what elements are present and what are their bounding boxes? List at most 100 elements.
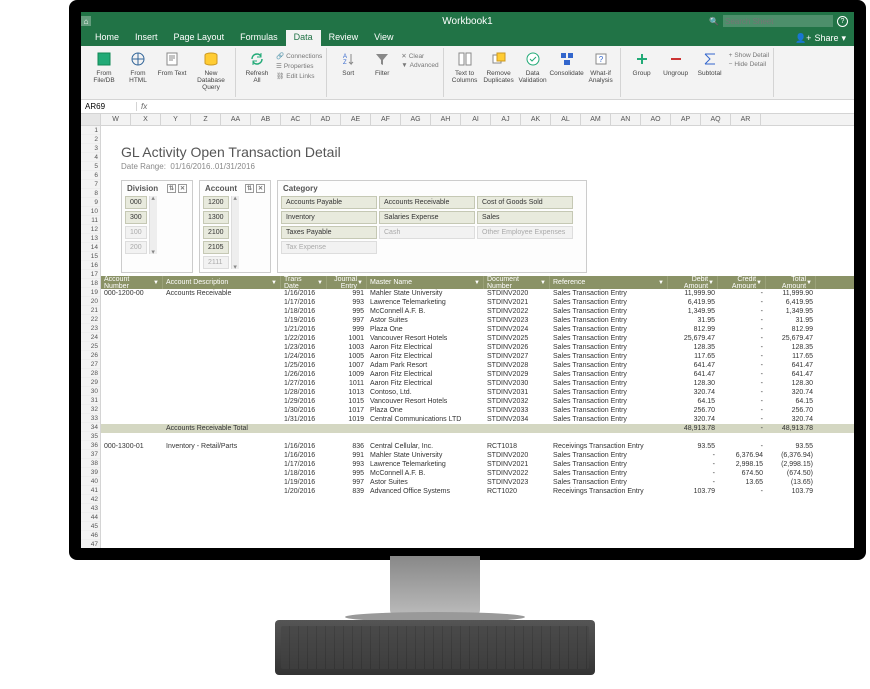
share-button[interactable]: 👤+ Share ▾ <box>787 30 854 46</box>
consolidate-button[interactable]: Consolidate <box>552 48 582 96</box>
filter-dropdown-icon[interactable]: ▼ <box>474 280 480 286</box>
table-row[interactable]: 1/23/20161003Aaron Fitz ElectricalSTDINV… <box>101 343 854 352</box>
table-row[interactable]: 1/18/2016995McConnell A.F. B.STDINV2022S… <box>101 307 854 316</box>
row-header[interactable]: 23 <box>81 324 100 333</box>
slicer-item[interactable]: Cost of Goods Sold <box>477 196 573 209</box>
column-master-name[interactable]: Master Name▼ <box>367 276 484 289</box>
row-header[interactable]: 41 <box>81 486 100 495</box>
app-icon[interactable]: ⌂ <box>81 16 99 26</box>
filter-dropdown-icon[interactable]: ▼ <box>708 280 714 286</box>
multiselect-icon[interactable]: ⇅ <box>167 184 176 193</box>
row-header[interactable]: 22 <box>81 315 100 324</box>
table-row[interactable]: 1/17/2016993Lawrence TelemarketingSTDINV… <box>101 298 854 307</box>
group-button[interactable]: Group <box>627 48 657 96</box>
row-header[interactable]: 8 <box>81 189 100 198</box>
table-row[interactable]: 1/19/2016997Astor SuitesSTDINV2023Sales … <box>101 478 854 487</box>
row-header[interactable]: 21 <box>81 306 100 315</box>
filter-dropdown-icon[interactable]: ▼ <box>756 280 762 286</box>
table-row[interactable]: 1/30/20161017Plaza OneSTDINV2033Sales Tr… <box>101 406 854 415</box>
column-header[interactable]: AC <box>281 114 311 125</box>
clear-filter-icon[interactable]: ✕ <box>256 184 265 193</box>
table-row[interactable]: 1/25/20161007Adam Park ResortSTDINV2028S… <box>101 361 854 370</box>
tab-review[interactable]: Review <box>321 30 367 46</box>
row-header[interactable]: 37 <box>81 450 100 459</box>
row-header[interactable]: 20 <box>81 297 100 306</box>
column-header[interactable]: AJ <box>491 114 521 125</box>
column-total-amount[interactable]: Total Amount▼ <box>766 276 816 289</box>
row-header[interactable]: 9 <box>81 198 100 207</box>
column-header[interactable]: AN <box>611 114 641 125</box>
column-header[interactable]: AB <box>251 114 281 125</box>
table-row[interactable]: 1/22/20161001Vancouver Resort HotelsSTDI… <box>101 334 854 343</box>
row-header[interactable]: 19 <box>81 288 100 297</box>
row-header[interactable]: 15 <box>81 252 100 261</box>
row-header[interactable]: 7 <box>81 180 100 189</box>
properties-button[interactable]: ☰Properties <box>276 62 322 70</box>
column-reference[interactable]: Reference▼ <box>550 276 668 289</box>
table-row[interactable]: 1/21/2016999Plaza OneSTDINV2024Sales Tra… <box>101 325 854 334</box>
remove-duplicates-button[interactable]: Remove Duplicates <box>484 48 514 96</box>
row-header[interactable]: 3 <box>81 144 100 153</box>
slicer-item[interactable]: 2111 <box>203 256 229 269</box>
row-header[interactable]: 4 <box>81 153 100 162</box>
column-header[interactable]: AG <box>401 114 431 125</box>
slicer-item[interactable]: 100 <box>125 226 147 239</box>
column-header[interactable]: AH <box>431 114 461 125</box>
row-header[interactable]: 45 <box>81 522 100 531</box>
slicer-item[interactable]: 200 <box>125 241 147 254</box>
clear-filter-icon[interactable]: ✕ <box>178 184 187 193</box>
row-header[interactable]: 18 <box>81 279 100 288</box>
column-header[interactable]: AI <box>461 114 491 125</box>
new-db-query-button[interactable]: New Database Query <box>191 48 231 96</box>
table-row[interactable]: 000-1300-01Inventory - Retail/Parts1/16/… <box>101 442 854 451</box>
advanced-button[interactable]: ▼Advanced <box>401 62 438 69</box>
table-row[interactable]: 1/16/2016991Mahler State UniversitySTDIN… <box>101 451 854 460</box>
slicer-item[interactable]: Other Employee Expenses <box>477 226 573 239</box>
column-header[interactable]: X <box>131 114 161 125</box>
row-header[interactable]: 35 <box>81 432 100 441</box>
column-journal-entry[interactable]: Journal Entry▼ <box>327 276 367 289</box>
filter-button[interactable]: Filter <box>367 48 397 96</box>
table-row[interactable]: 1/28/20161013Contoso, Ltd.STDINV2031Sale… <box>101 388 854 397</box>
tab-insert[interactable]: Insert <box>127 30 166 46</box>
column-account-description[interactable]: Account Description▼ <box>163 276 281 289</box>
filter-dropdown-icon[interactable]: ▼ <box>658 280 664 286</box>
data-validation-button[interactable]: Data Validation <box>518 48 548 96</box>
column-header[interactable]: Y <box>161 114 191 125</box>
from-filedb-button[interactable]: From File/DB <box>89 48 119 96</box>
row-header[interactable]: 30 <box>81 387 100 396</box>
slicer-item[interactable]: 2100 <box>203 226 229 239</box>
filter-dropdown-icon[interactable]: ▼ <box>317 280 323 286</box>
select-all-corner[interactable] <box>81 114 101 125</box>
column-header[interactable]: AE <box>341 114 371 125</box>
column-header[interactable]: AP <box>671 114 701 125</box>
row-header[interactable]: 31 <box>81 396 100 405</box>
slicer-item[interactable]: Inventory <box>281 211 377 224</box>
slicer-item[interactable]: 1300 <box>203 211 229 224</box>
row-header[interactable]: 1 <box>81 126 100 135</box>
filter-dropdown-icon[interactable]: ▼ <box>153 280 159 286</box>
row-header[interactable]: 13 <box>81 234 100 243</box>
show-detail-button[interactable]: +Show Detail <box>729 52 769 59</box>
row-header[interactable]: 40 <box>81 477 100 486</box>
row-header[interactable]: 34 <box>81 423 100 432</box>
row-header[interactable]: 26 <box>81 351 100 360</box>
tab-view[interactable]: View <box>366 30 401 46</box>
whatif-button[interactable]: ?What-if Analysis <box>586 48 616 96</box>
table-row[interactable]: 000-1200-00Accounts Receivable1/16/20169… <box>101 289 854 298</box>
subtotal-button[interactable]: Subtotal <box>695 48 725 96</box>
column-debit-amount[interactable]: Debit Amount▼ <box>668 276 718 289</box>
slicer-item[interactable]: 000 <box>125 196 147 209</box>
from-text-button[interactable]: From Text <box>157 48 187 96</box>
row-header[interactable]: 5 <box>81 162 100 171</box>
table-row[interactable]: 1/26/20161009Aaron Fitz ElectricalSTDINV… <box>101 370 854 379</box>
column-header[interactable]: AR <box>731 114 761 125</box>
slicer-item[interactable]: Sales <box>477 211 573 224</box>
row-header[interactable]: 11 <box>81 216 100 225</box>
row-header[interactable]: 38 <box>81 459 100 468</box>
slicer-item[interactable]: Taxes Payable <box>281 226 377 239</box>
slicer-scrollbar[interactable] <box>149 196 157 254</box>
sheet-content[interactable]: GL Activity Open Transaction Detail Date… <box>101 126 854 548</box>
edit-links-button[interactable]: ⛓Edit Links <box>276 72 322 80</box>
row-header[interactable]: 24 <box>81 333 100 342</box>
